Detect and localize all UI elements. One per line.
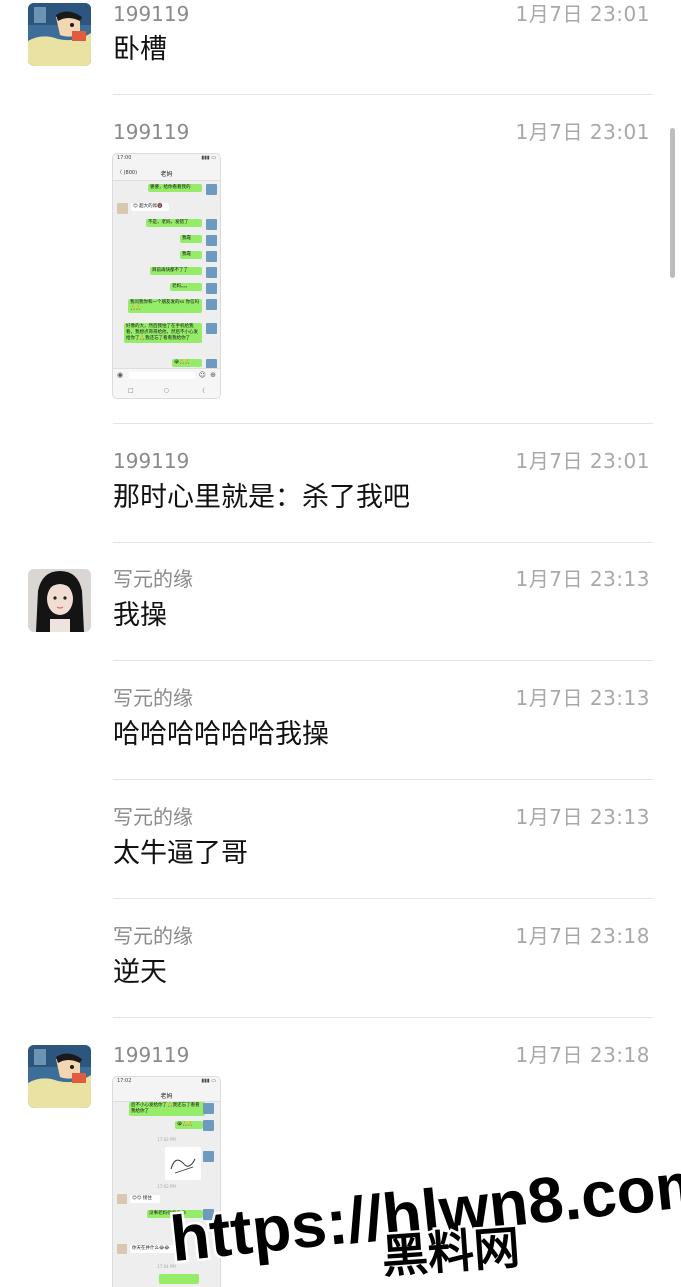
image-message-chat-screenshot[interactable]: 17:02 ▮▮▮ ▭ 老妈 后不小心发给你了🙏我还忘了看看我给你了 😭🙏🙏 1… [112,1076,221,1287]
avatar-cartoon-boy[interactable] [28,3,91,66]
nav-recent-icon: □ [128,387,134,394]
divider [113,423,653,424]
cartoon-boy-avatar-icon [28,3,91,66]
message-text: 逆天 [113,957,167,988]
thumb-bubble: 好像的大，然后我怕了在手机给我看，我想点哥哥给他，然后不小心发给你了🙏我还忘了看… [124,323,202,343]
cartoon-boy-avatar-icon [28,1045,91,1108]
thumb-status-time: 17:02 [117,1078,132,1084]
thumb-bubble: 😭🙏🙏 [175,1121,203,1129]
thumb-avatar-self [206,235,217,246]
scrollbar[interactable] [670,128,675,278]
thumb-header: 老妈 [113,1089,220,1102]
girl-photo-avatar-icon [28,569,91,632]
thumb-chat-area: 后不小心发给你了🙏我还忘了看看我给你了 😭🙏🙏 17:02 PM 17:02 P… [113,1102,220,1287]
sender-name: 写元的缘 [113,805,193,829]
divider [113,660,653,661]
thumb-avatar [117,1244,127,1254]
thumb-bubble: 😊 超大的屌🔞 [131,203,169,211]
thumb-status-bar: 17:00 ▮▮▮ ▭ [113,154,220,166]
thumb-avatar [117,1194,127,1204]
emoji-icon: ☺ [198,371,206,379]
avatar-cartoon-boy[interactable] [28,1045,91,1108]
thumb-chat-area: 婆婆，给你看看我的 😊 超大的屌🔞 不是，老妈，发错了 我靠 我靠 目前再快都不了了 老妈。… [113,181,220,370]
nav-home-icon: ○ [163,387,169,394]
thumb-input-bar: ◉ ☺ ⊕ [113,368,220,383]
message-time: 1月7日 23:01 [515,120,650,144]
thumb-bubble: 我靠 [180,251,202,259]
sketch-drawing-icon [170,1158,196,1174]
thumb-avatar [203,1103,214,1114]
sender-name: 199119 [113,1043,190,1067]
thumb-bubble: 老妈。。。 [170,283,202,291]
thumb-bubble: 你天在并什么😂😂 [130,1245,180,1253]
thumb-title: 老妈 [160,171,173,178]
sender-name: 写元的缘 [113,686,193,710]
message-time: 1月7日 23:13 [515,805,650,829]
thumb-bubble: 不是，老妈，发错了 [146,219,202,227]
divider [113,94,653,95]
thumb-status-time: 17:00 [117,155,132,161]
sender-name: 199119 [113,2,190,26]
thumb-avatar-self [206,267,217,278]
message-feed: 199119 1月7日 23:01 卧槽 199119 1月7日 23:01 1… [0,0,681,1287]
thumb-status-bar: 17:02 ▮▮▮ ▭ [113,1077,220,1089]
thumb-avatar-self [206,184,217,195]
thumb-input [129,372,195,379]
thumb-avatar [203,1209,214,1220]
divider [113,1017,653,1018]
thumb-avatar-self [206,283,217,294]
plus-icon: ⊕ [210,371,216,379]
thumb-bubble: 😊😊 接住 [130,1195,160,1203]
message-text: 那时心里就是：杀了我吧 [113,482,410,513]
thumb-avatar-self [206,251,217,262]
thumb-bubble: 😭🙏🙏 [172,359,202,367]
message-time: 1月7日 23:13 [515,567,650,591]
sender-name: 199119 [113,449,190,473]
thumb-nav-bar: □ ○ 〈 [113,383,220,398]
nav-back-icon: 〈 [198,388,205,395]
message-time: 1月7日 23:13 [515,686,650,710]
signal-battery-icon: ▮▮▮ ▭ [201,155,216,161]
thumb-avatar-self [206,299,217,310]
signal-battery-icon: ▮▮▮ ▭ [201,1078,216,1084]
thumb-avatar [203,1151,214,1162]
message-text: 哈哈哈哈哈哈我操 [113,719,329,750]
thumb-bubble: 我靠 [180,235,202,243]
message-time: 1月7日 23:18 [515,924,650,948]
thumb-time-divider: 17:02 PM [157,1184,176,1189]
thumb-image-bubble [165,1147,201,1180]
message-text: 卧槽 [113,34,167,65]
thumb-avatar-self [206,219,217,230]
thumb-bubble: 婆婆，给你看看我的 [148,184,202,192]
thumb-header: 〈 (800) 老妈 [113,166,220,181]
avatar-girl-photo[interactable] [28,569,91,632]
thumb-bubble: 目前再快都不了了 [150,267,202,275]
sender-name: 199119 [113,120,190,144]
message-time: 1月7日 23:01 [515,2,650,26]
thumb-avatar [203,1120,214,1131]
message-time: 1月7日 23:01 [515,449,650,473]
message-time: 1月7日 23:18 [515,1043,650,1067]
divider [113,542,653,543]
voice-icon: ◉ [117,371,124,379]
message-text: 太牛逼了哥 [113,838,248,869]
thumb-title: 老妈 [160,1093,173,1100]
thumb-bubble: 后不小心发给你了🙏我还忘了看看我给你了 [129,1102,205,1116]
thumb-bubble-partial [159,1274,199,1284]
thumb-avatar-other [117,203,128,214]
divider [113,898,653,899]
thumb-time-divider: 17:02 PM [157,1137,176,1142]
sender-name: 写元的缘 [113,924,193,948]
sender-name: 写元的缘 [113,567,193,591]
image-message-chat-screenshot[interactable]: 17:00 ▮▮▮ ▭ 〈 (800) 老妈 婆婆，给你看看我的 😊 超大的屌🔞 不… [112,153,221,399]
message-text: 我操 [113,600,167,631]
thumb-time-divider: 17:04 PM [157,1264,176,1269]
thumb-avatar-self [206,323,217,334]
thumb-bubble: 没事老妈😄😄😄😄 [147,1210,203,1218]
thumb-bubble: 我问我你和一个朋友发的ss 你信吗🙏🙏 [128,299,202,313]
divider [113,779,653,780]
